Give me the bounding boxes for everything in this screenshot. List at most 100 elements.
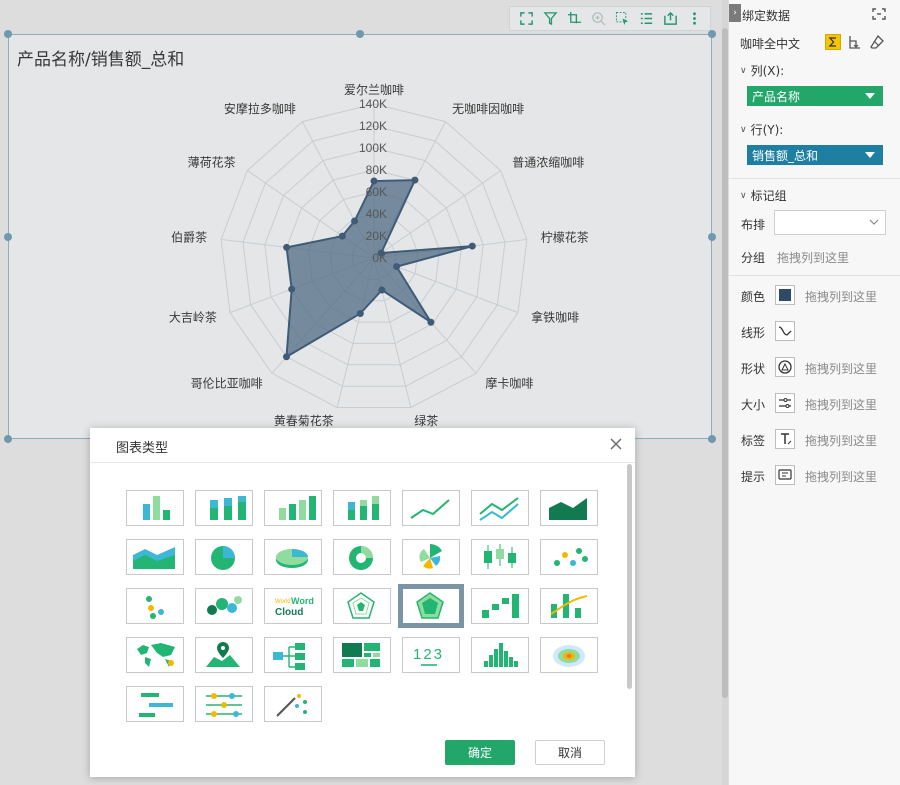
fullscreen-button[interactable] (514, 8, 538, 30)
chart-type-3d-stacked-column-chart[interactable] (333, 490, 391, 526)
tooltip-drop-zone[interactable]: 拖拽列到这里 (805, 468, 877, 485)
chart-type-3d-pie-chart[interactable] (264, 539, 322, 575)
chart-container[interactable]: 产品名称/销售额_总和 0K 20K 40K 60K 80K 100K 120K 140K 爱尔… (8, 34, 712, 439)
eraser-icon[interactable] (869, 34, 885, 50)
chart-type-area-chart[interactable] (540, 490, 598, 526)
layout-select[interactable] (774, 210, 886, 235)
drill-button[interactable] (562, 8, 586, 30)
chart-type-3d-column-chart[interactable] (264, 490, 322, 526)
drill-icon (567, 11, 581, 24)
resize-handle-top[interactable] (356, 30, 364, 38)
area-chart-icon (549, 498, 587, 520)
resize-handle-left[interactable] (4, 233, 12, 241)
dropdown-arrow-icon[interactable] (865, 93, 875, 99)
radar-point[interactable] (338, 232, 346, 240)
chart-type-wand-chart[interactable] (264, 686, 322, 722)
size-property-button[interactable] (775, 393, 795, 413)
radar-point[interactable] (356, 310, 364, 318)
bind-icon[interactable] (870, 5, 888, 23)
chevron-down-icon: ∨ (740, 65, 747, 76)
sum-icon[interactable] (825, 34, 841, 50)
chart-type-location-map[interactable] (195, 637, 253, 673)
export-button[interactable] (658, 8, 682, 30)
resize-handle-top-right[interactable] (708, 30, 716, 38)
chart-type-rose-chart[interactable] (402, 539, 460, 575)
radial-tick-label: 100K (359, 141, 387, 155)
shape-property-button[interactable] (775, 357, 795, 377)
chart-type-word-cloud[interactable]: World Word Cloud (264, 588, 322, 624)
radar-point[interactable] (378, 286, 386, 294)
chart-type-bubble-chart[interactable] (195, 588, 253, 624)
marks-section-header[interactable]: ∨ 标记组 (740, 187, 787, 204)
chart-type-scatter-chart[interactable] (540, 539, 598, 575)
chart-type-heat-map[interactable] (540, 637, 598, 673)
select-button[interactable] (610, 8, 634, 30)
radar-point[interactable] (282, 353, 290, 361)
hierarchy-icon[interactable] (847, 34, 863, 50)
group-drop-zone[interactable]: 拖拽列到这里 (777, 249, 849, 266)
category-label: 摩卡咖啡 (485, 376, 533, 391)
chart-type-radar-chart[interactable] (333, 588, 391, 624)
bind-data-panel: › 绑定数据 咖啡全中文 ∨ 列(X): 产品名称 ∨ 行(Y): 销售额_总和 ∨… (728, 0, 900, 785)
radar-point[interactable] (370, 177, 378, 185)
3d-stacked-column-chart-icon (348, 496, 379, 520)
chart-type-column-chart[interactable] (126, 490, 184, 526)
list-button[interactable] (634, 8, 658, 30)
rows-section-header[interactable]: ∨ 行(Y): (740, 121, 783, 138)
color-property-button[interactable] (775, 285, 795, 305)
radar-point[interactable] (468, 242, 476, 250)
chart-type-tree-chart[interactable] (264, 637, 322, 673)
radar-point[interactable] (351, 217, 359, 225)
dropdown-arrow-icon[interactable] (865, 152, 875, 158)
chart-type-world-map[interactable] (126, 637, 184, 673)
treemap-icon (342, 643, 380, 667)
resize-handle-bottom-right[interactable] (708, 435, 716, 443)
chart-type-scatter-color-chart[interactable] (126, 588, 184, 624)
collapse-panel-button[interactable]: › (729, 4, 741, 22)
radar-chart-icon (347, 592, 375, 619)
line-shape-property-button[interactable] (775, 321, 795, 341)
chart-type-stacked-column-chart[interactable] (195, 490, 253, 526)
chart-type-donut-chart[interactable] (333, 539, 391, 575)
chart-type-histogram[interactable] (471, 637, 529, 673)
label-drop-zone[interactable]: 拖拽列到这里 (805, 432, 877, 449)
resize-handle-right[interactable] (708, 233, 716, 241)
chart-type-treemap[interactable] (333, 637, 391, 673)
resize-handle-top-left[interactable] (4, 30, 12, 38)
columns-section-header[interactable]: ∨ 列(X): (740, 62, 784, 79)
close-icon[interactable] (607, 435, 625, 453)
radar-point[interactable] (393, 263, 401, 271)
category-label: 黄春菊花茶 (274, 413, 334, 428)
confirm-button[interactable]: 确定 (445, 740, 515, 765)
filter-button[interactable] (538, 8, 562, 30)
shape-icon (778, 360, 792, 374)
radar-point[interactable] (283, 243, 291, 251)
zoom-button[interactable] (586, 8, 610, 30)
chart-type-pie-chart[interactable] (195, 539, 253, 575)
chart-type-filled-radar-chart[interactable] (398, 584, 464, 628)
column-field-pill[interactable]: 产品名称 (747, 86, 883, 106)
size-drop-zone[interactable]: 拖拽列到这里 (805, 396, 877, 413)
tooltip-property-button[interactable] (775, 465, 795, 485)
shape-drop-zone[interactable]: 拖拽列到这里 (805, 360, 877, 377)
radar-point[interactable] (288, 285, 296, 293)
chart-type-box-plot[interactable] (471, 539, 529, 575)
chart-type-line-chart[interactable] (402, 490, 460, 526)
color-drop-zone[interactable]: 拖拽列到这里 (805, 288, 877, 305)
chart-type-kpi-number[interactable]: 123 (402, 637, 460, 673)
radar-point[interactable] (411, 176, 419, 184)
more-button[interactable] (682, 8, 706, 30)
chart-type-stacked-area-chart[interactable] (126, 539, 184, 575)
chart-type-combo-chart[interactable] (540, 588, 598, 624)
row-field-pill[interactable]: 销售额_总和 (747, 145, 883, 165)
chart-type-waterfall-chart[interactable] (471, 588, 529, 624)
chart-type-gantt-chart[interactable] (126, 686, 184, 722)
dialog-scrollbar[interactable] (627, 464, 632, 689)
radar-point[interactable] (427, 318, 435, 326)
cancel-button[interactable]: 取消 (535, 740, 605, 765)
chart-type-multi-line-chart[interactable] (471, 490, 529, 526)
chart-type-timeline-chart[interactable] (195, 686, 253, 722)
radial-tick-label: 20K (366, 229, 387, 243)
resize-handle-bottom-left[interactable] (4, 435, 12, 443)
label-property-button[interactable] (775, 429, 795, 449)
